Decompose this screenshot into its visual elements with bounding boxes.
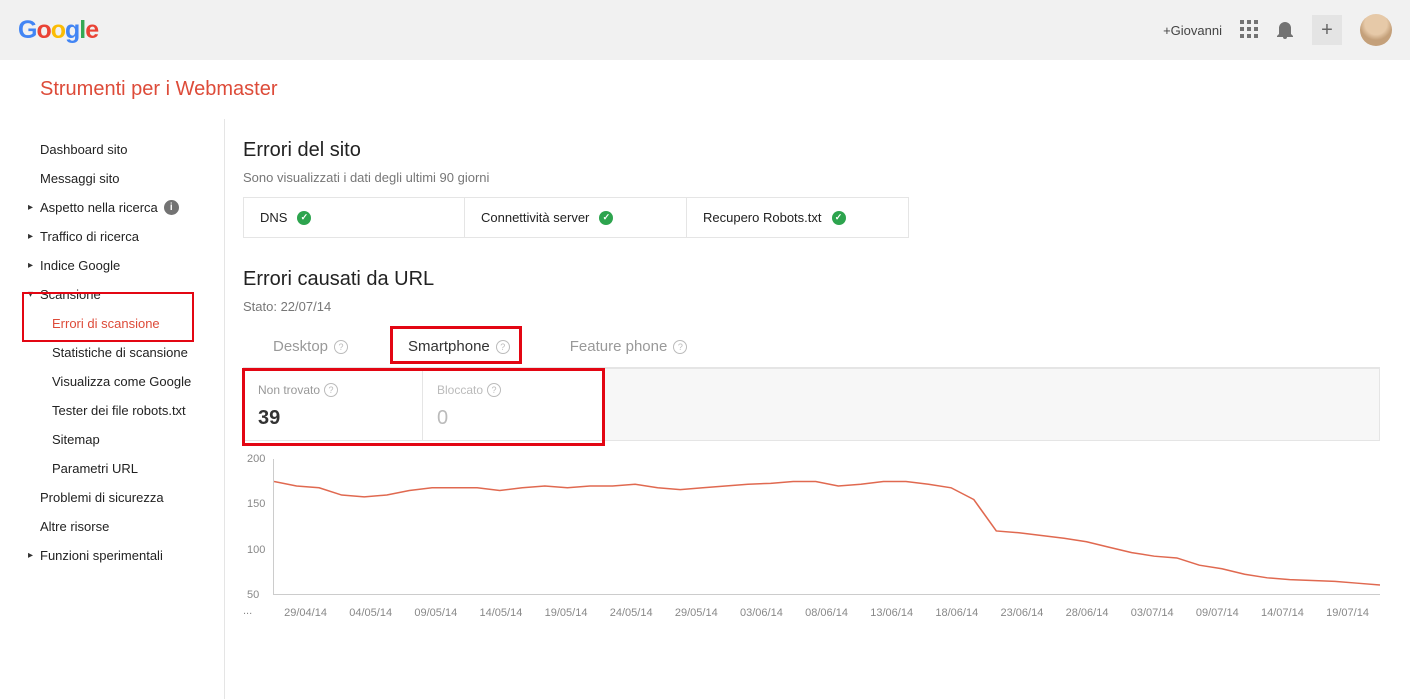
status-dns[interactable]: DNS✓ <box>243 197 465 238</box>
help-icon[interactable]: ? <box>487 383 501 397</box>
help-icon[interactable]: ? <box>496 340 510 354</box>
error-type-cards: Non trovato? 39 Bloccato? 0 <box>243 368 1380 441</box>
chart-x-tick: 24/05/14 <box>599 607 664 619</box>
help-icon[interactable]: ? <box>324 383 338 397</box>
google-logo[interactable]: Google <box>18 16 98 45</box>
chart-y-tick: 200 <box>247 453 265 465</box>
caret-right-icon: ▸ <box>28 231 33 242</box>
chart-x-tick: 13/06/14 <box>859 607 924 619</box>
sidebar-item-dashboard[interactable]: Dashboard sito <box>0 135 224 164</box>
chart-y-tick: 150 <box>247 498 265 510</box>
site-errors-note: Sono visualizzati i dati degli ultimi 90… <box>243 170 1380 185</box>
chart-x-tick: 23/06/14 <box>989 607 1054 619</box>
tab-smartphone[interactable]: Smartphone? <box>378 326 540 367</box>
sidebar: Dashboard sito Messaggi sito ▸Aspetto ne… <box>0 119 225 699</box>
sidebar-item-aspect[interactable]: ▸Aspetto nella ricercai <box>0 193 224 222</box>
sidebar-item-crawl[interactable]: ▾Scansione <box>0 280 224 309</box>
notifications-bell-icon[interactable] <box>1276 19 1294 42</box>
sidebar-item-crawl-errors[interactable]: Errori di scansione <box>0 309 224 338</box>
top-bar: Google +Giovanni + <box>0 0 1410 60</box>
caret-down-icon: ▾ <box>28 289 33 300</box>
card-blocked[interactable]: Bloccato? 0 <box>423 368 603 440</box>
main-content: Errori del sito Sono visualizzati i dati… <box>225 119 1410 699</box>
device-tabs: Desktop? Smartphone? Feature phone? <box>243 326 1380 368</box>
caret-right-icon: ▸ <box>28 260 33 271</box>
sidebar-item-crawl-stats[interactable]: Statistiche di scansione <box>0 338 224 367</box>
chart-x-tick: 04/05/14 <box>338 607 403 619</box>
status-connectivity[interactable]: Connettività server✓ <box>465 197 687 238</box>
chart-x-tick: 09/07/14 <box>1185 607 1250 619</box>
info-icon[interactable]: i <box>164 200 179 215</box>
caret-right-icon: ▸ <box>28 202 33 213</box>
sidebar-item-traffic[interactable]: ▸Traffico di ricerca <box>0 222 224 251</box>
sidebar-item-labs[interactable]: ▸Funzioni sperimentali <box>0 541 224 570</box>
chart-y-tick: 100 <box>247 544 265 556</box>
check-ok-icon: ✓ <box>297 211 311 225</box>
chart-x-tick: 14/05/14 <box>468 607 533 619</box>
chart-x-tick: 19/05/14 <box>534 607 599 619</box>
card-filler <box>603 368 1380 440</box>
check-ok-icon: ✓ <box>599 211 613 225</box>
tab-feature-phone[interactable]: Feature phone? <box>540 326 718 367</box>
chart-x-tick: 18/06/14 <box>924 607 989 619</box>
chart-x-tick: 29/05/14 <box>664 607 729 619</box>
avatar[interactable] <box>1360 14 1392 46</box>
site-errors-heading: Errori del sito <box>243 139 1380 162</box>
errors-chart: 29/04/1404/05/1409/05/1414/05/1419/05/14… <box>243 459 1380 619</box>
url-errors-heading: Errori causati da URL <box>243 268 1380 291</box>
sidebar-item-fetch-as-google[interactable]: Visualizza come Google <box>0 367 224 396</box>
sidebar-item-messages[interactable]: Messaggi sito <box>0 164 224 193</box>
chart-x-tick: 09/05/14 <box>403 607 468 619</box>
tab-desktop[interactable]: Desktop? <box>243 326 378 367</box>
check-ok-icon: ✓ <box>832 211 846 225</box>
chart-overflow-indicator: ... <box>243 605 252 617</box>
status-robots[interactable]: Recupero Robots.txt✓ <box>687 197 909 238</box>
user-plus-link[interactable]: +Giovanni <box>1163 23 1222 38</box>
chart-x-axis: 29/04/1404/05/1409/05/1414/05/1419/05/14… <box>273 607 1380 619</box>
chart-x-tick: 28/06/14 <box>1055 607 1120 619</box>
chart-x-tick: 14/07/14 <box>1250 607 1315 619</box>
site-errors-status-row: DNS✓ Connettività server✓ Recupero Robot… <box>243 197 1380 238</box>
share-plus-button[interactable]: + <box>1312 15 1342 45</box>
url-errors-state: Stato: 22/07/14 <box>243 299 1380 314</box>
chart-x-tick: 19/07/14 <box>1315 607 1380 619</box>
chart-x-tick: 08/06/14 <box>794 607 859 619</box>
sidebar-item-robots-tester[interactable]: Tester dei file robots.txt <box>0 396 224 425</box>
help-icon[interactable]: ? <box>334 340 348 354</box>
blocked-count: 0 <box>437 407 588 430</box>
help-icon[interactable]: ? <box>673 340 687 354</box>
apps-grid-icon[interactable] <box>1240 20 1258 41</box>
card-not-found[interactable]: Non trovato? 39 <box>243 368 423 440</box>
caret-right-icon: ▸ <box>28 550 33 561</box>
chart-x-tick: 29/04/14 <box>273 607 338 619</box>
chart-y-tick: 50 <box>247 589 259 601</box>
chart-plot-area <box>273 459 1380 595</box>
sidebar-item-other[interactable]: Altre risorse <box>0 512 224 541</box>
sidebar-item-index[interactable]: ▸Indice Google <box>0 251 224 280</box>
chart-x-tick: 03/06/14 <box>729 607 794 619</box>
sidebar-item-security[interactable]: Problemi di sicurezza <box>0 483 224 512</box>
sidebar-item-sitemap[interactable]: Sitemap <box>0 425 224 454</box>
not-found-count: 39 <box>258 407 408 430</box>
sidebar-item-url-params[interactable]: Parametri URL <box>0 454 224 483</box>
page-title[interactable]: Strumenti per i Webmaster <box>0 60 1410 119</box>
chart-x-tick: 03/07/14 <box>1120 607 1185 619</box>
